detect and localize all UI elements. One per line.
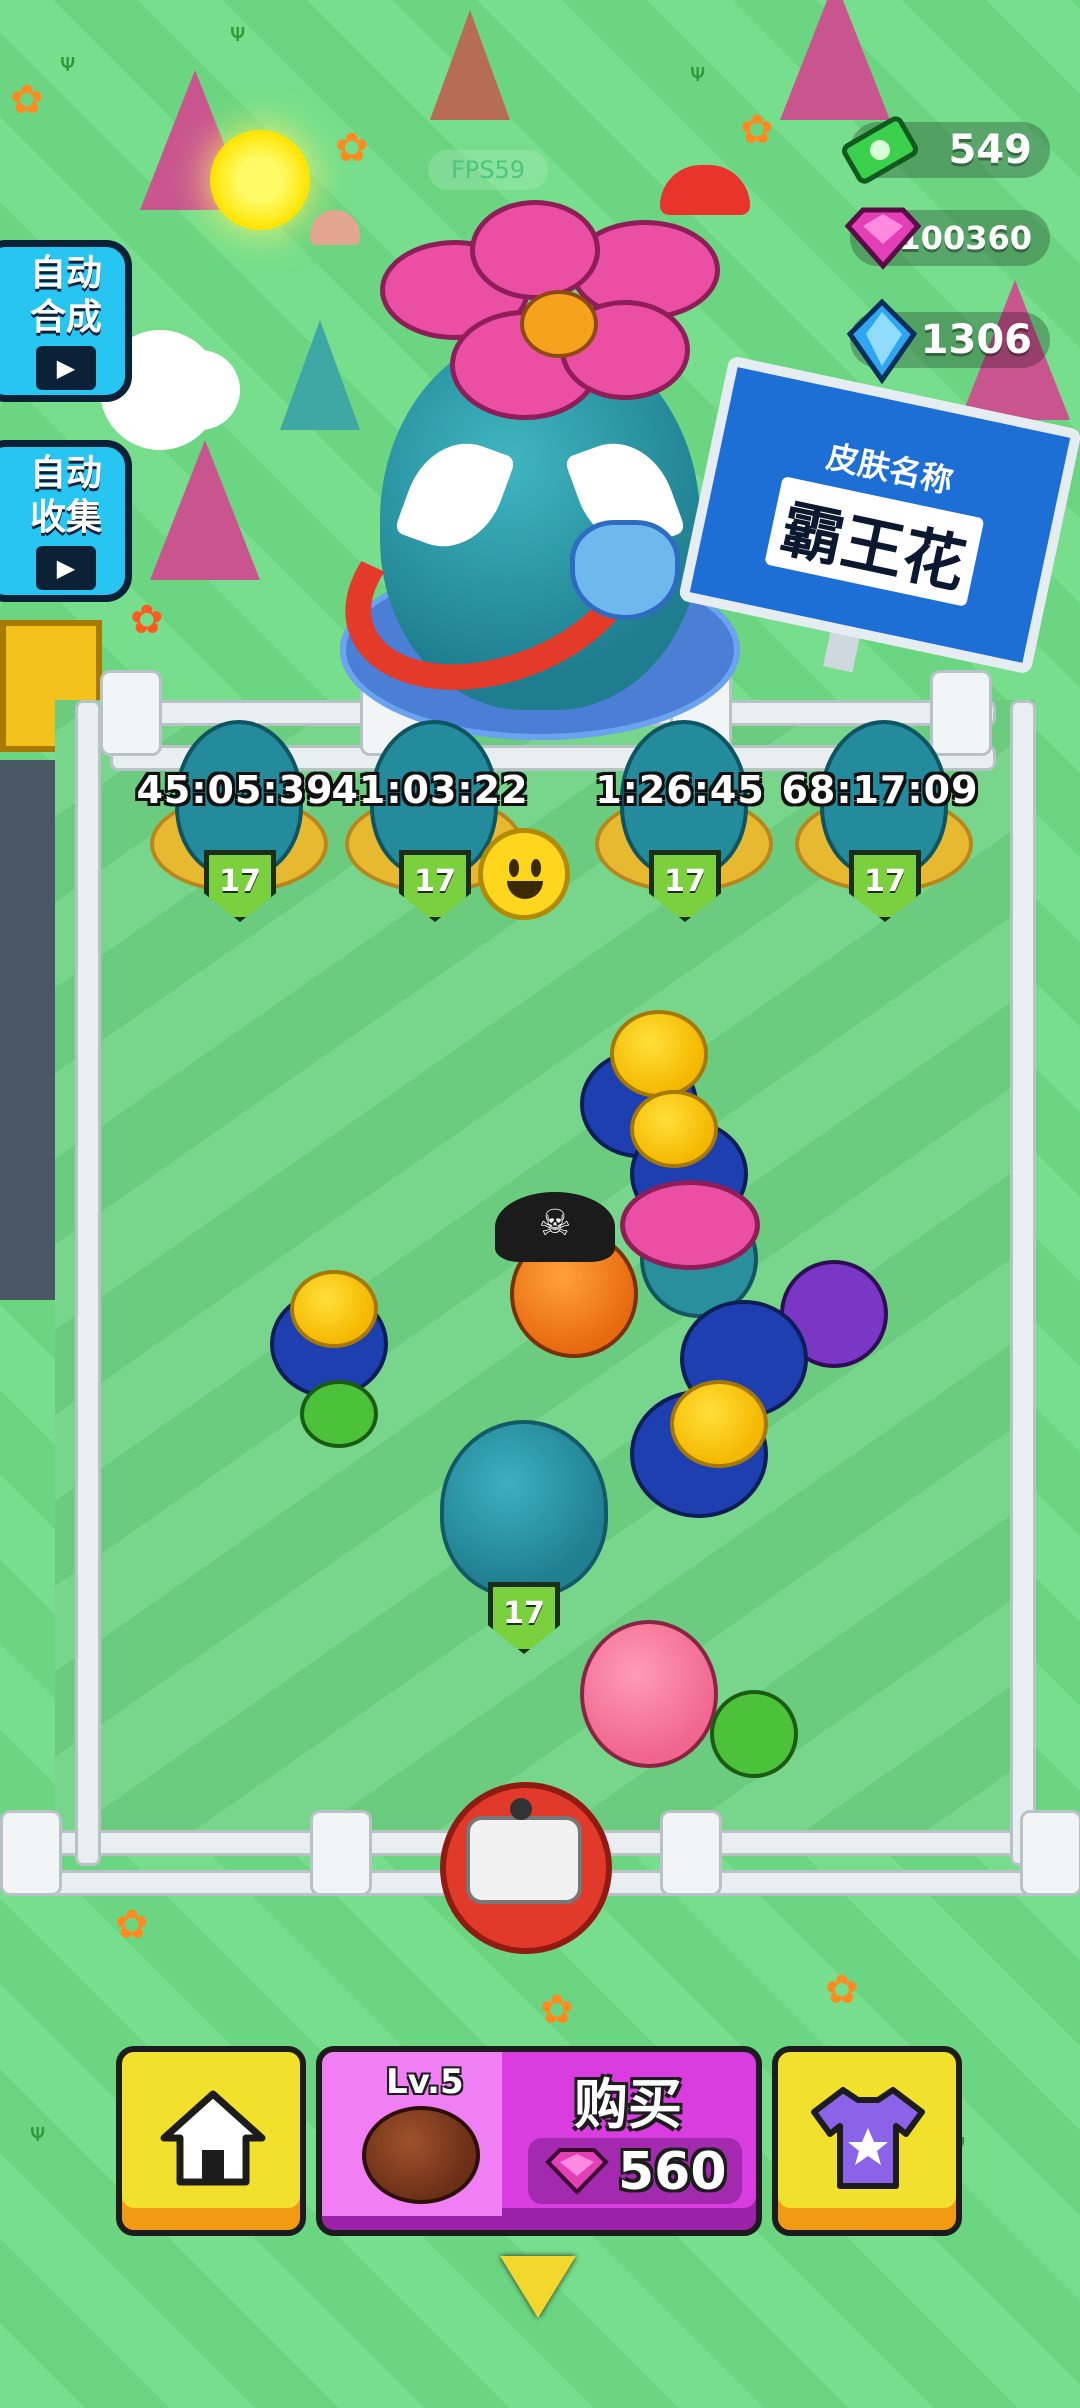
fence-post — [310, 1810, 372, 1896]
shop-button[interactable] — [772, 2046, 962, 2236]
blue-crystal-icon — [846, 298, 918, 385]
grass-tuft: ᴪ — [230, 18, 246, 48]
egg-nest[interactable]: 1:26:45 17 — [595, 720, 773, 922]
egg-nest[interactable]: 45:05:39 17 — [136, 720, 333, 922]
smiley-mouth — [507, 881, 543, 899]
pink-tree — [150, 440, 260, 580]
sign-title: 霸王花 — [764, 475, 985, 607]
flower: ✿ — [540, 1987, 574, 2033]
buy-price-box: 560 — [528, 2138, 742, 2204]
auto-collect-label-1: 自动 — [29, 453, 102, 494]
spawn-pad-window — [466, 1816, 582, 1904]
auto-merge-button[interactable]: 自动 合成 ▶ — [0, 240, 132, 402]
flower-petal — [620, 1180, 760, 1270]
pink-gem-icon — [545, 2148, 609, 2195]
duck-hat — [610, 1010, 708, 1098]
hatch-timer: 1:26:45 — [595, 768, 765, 812]
spawn-pad[interactable] — [440, 1782, 612, 1954]
video-ad-icon: ▶ — [36, 346, 96, 390]
duck-hat — [670, 1380, 768, 1468]
duck-hat — [630, 1090, 718, 1168]
hatch-timer: 41:03:22 — [331, 768, 529, 812]
flower: ✿ — [130, 597, 164, 643]
auto-collect-label-2: 收集 — [29, 497, 102, 538]
flower-petal — [470, 200, 600, 300]
video-ad-icon: ▶ — [36, 546, 96, 590]
spawn-pad-light — [510, 1798, 532, 1820]
fence-right — [1010, 700, 1036, 1866]
fence-post — [1020, 1810, 1080, 1896]
auto-merge-label-2: 合成 — [29, 297, 102, 338]
teal-tree — [280, 320, 360, 430]
field-egg[interactable] — [440, 1420, 608, 1598]
cash-icon — [841, 116, 919, 184]
brown-tree — [430, 10, 510, 120]
duck-hat — [290, 1270, 378, 1348]
smiley-emote-icon — [478, 828, 570, 920]
flower-core — [520, 290, 598, 358]
flower: ✿ — [115, 1902, 149, 1948]
shield-icon — [570, 520, 680, 620]
home-button[interactable] — [116, 2046, 306, 2236]
sun — [210, 130, 310, 230]
hatch-timer: 68:17:09 — [781, 768, 979, 812]
collapse-arrow-icon[interactable] — [500, 2256, 576, 2318]
grass-tuft: ᴪ — [690, 58, 706, 88]
fence-post — [0, 1810, 62, 1896]
cloud — [160, 350, 240, 430]
home-icon — [160, 2090, 266, 2186]
hatch-timer: 45:05:39 — [136, 768, 334, 812]
flower: ✿ — [825, 1967, 859, 2013]
green-creature[interactable] — [300, 1380, 378, 1448]
buy-button[interactable]: Lv.5 购买 560 — [316, 2046, 762, 2236]
shirt-icon — [811, 2087, 925, 2189]
pirate-hat: ☠ — [495, 1192, 615, 1262]
pet-preview — [362, 2106, 480, 2204]
flower: ✿ — [10, 77, 44, 123]
auto-collect-button[interactable]: 自动 收集 ▶ — [0, 440, 132, 602]
smiley-eye — [531, 859, 541, 877]
flower: ✿ — [335, 125, 369, 171]
fence-post — [660, 1810, 722, 1896]
green-creature[interactable] — [710, 1690, 798, 1778]
pet-level-label: Lv.5 — [386, 2062, 464, 2102]
fps-counter: FPS59 — [428, 150, 548, 190]
fence-left — [75, 700, 101, 1866]
egg-nest[interactable]: 68:17:09 17 — [781, 720, 978, 922]
smiley-eye — [509, 859, 519, 877]
pink-gem-icon — [844, 207, 922, 270]
auto-merge-label-1: 自动 — [29, 253, 102, 294]
buy-price: 560 — [618, 2142, 727, 2202]
flower: ✿ — [740, 107, 774, 153]
pink-pig-creature[interactable] — [580, 1620, 718, 1768]
grass-tuft: ᴪ — [30, 2118, 46, 2148]
grass-tuft: ᴪ — [60, 48, 76, 78]
buy-label: 购买 — [574, 2073, 682, 2136]
pink-tree — [780, 0, 890, 120]
